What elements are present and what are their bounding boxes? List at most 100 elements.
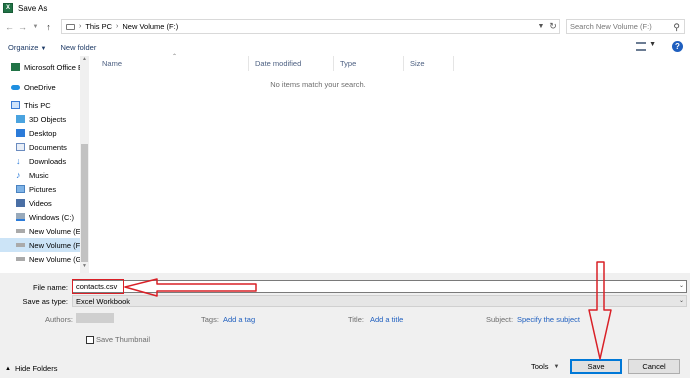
- save-as-type-select[interactable]: Excel Workbook ⌄: [72, 295, 687, 307]
- nav-item-label: New Volume (F:): [29, 240, 85, 250]
- view-options-icon[interactable]: [636, 42, 646, 51]
- view-chevron-down-icon[interactable]: ▼: [649, 41, 656, 48]
- scroll-up-icon[interactable]: ▲: [81, 56, 88, 64]
- nav-item-new-volume-e[interactable]: New Volume (E:): [0, 224, 85, 238]
- authors-field[interactable]: [76, 313, 114, 323]
- computer-icon: [66, 23, 75, 30]
- nav-item-new-volume-f[interactable]: New Volume (F:): [0, 238, 85, 252]
- file-name-input[interactable]: [76, 282, 656, 291]
- window-title: Save As: [18, 3, 48, 13]
- nav-item-label: Music: [29, 170, 49, 180]
- organize-button[interactable]: Organize ▼: [8, 43, 46, 52]
- tools-dropdown[interactable]: Tools ▼: [531, 362, 559, 371]
- up-arrow-icon[interactable]: ↑: [42, 19, 55, 35]
- nav-item-downloads[interactable]: ↓ Downloads: [0, 154, 80, 168]
- file-name-label: File name:: [32, 283, 68, 292]
- nav-item-label: 3D Objects: [29, 114, 67, 124]
- address-row: ← → ▼ ↑ › This PC › New Volume (F:) ▼ ↻ …: [0, 17, 690, 37]
- nav-item-label: Desktop: [29, 128, 57, 138]
- chevron-down-icon: ▼: [553, 363, 560, 370]
- nav-item-microsoft-office[interactable]: Microsoft Office E: [0, 60, 84, 74]
- nav-item-music[interactable]: ♪ Music: [0, 168, 80, 182]
- nav-item-label: Documents: [29, 142, 67, 152]
- nav-item-label: Videos: [29, 198, 52, 208]
- breadcrumb-separator-icon: ›: [79, 23, 82, 30]
- nav-item-new-volume-g[interactable]: New Volume (G:): [0, 252, 86, 266]
- nav-scrollbar-thumb[interactable]: [81, 144, 88, 262]
- column-header-size[interactable]: Size: [404, 56, 454, 71]
- column-header-date-modified[interactable]: Date modified: [249, 56, 334, 71]
- organize-label: Organize: [8, 42, 39, 52]
- cancel-button[interactable]: Cancel: [628, 359, 680, 374]
- refresh-icon[interactable]: ↻: [547, 20, 559, 33]
- command-bar: Organize ▼ New folder ▼ ?: [0, 38, 690, 56]
- subject-label: Subject:: [486, 315, 514, 324]
- recent-locations-chevron-icon[interactable]: ▼: [29, 19, 42, 35]
- document-icon: [16, 143, 25, 151]
- navigation-pane: Microsoft Office E OneDrive This PC 3D O…: [0, 56, 89, 273]
- nav-item-pictures[interactable]: Pictures: [0, 182, 80, 196]
- cube-icon: [16, 115, 25, 123]
- scroll-down-icon[interactable]: ▼: [81, 263, 88, 271]
- save-as-type-chevron-icon[interactable]: ⌄: [679, 297, 684, 304]
- column-header-name[interactable]: Name: [96, 56, 249, 71]
- add-title-link[interactable]: Add a title: [370, 315, 403, 324]
- nav-item-label: New Volume (E:): [29, 226, 86, 236]
- file-name-highlight-box: [72, 279, 124, 294]
- nav-item-videos[interactable]: Videos: [0, 196, 80, 210]
- save-button[interactable]: Save: [570, 359, 622, 374]
- breadcrumb-new-volume-f[interactable]: New Volume (F:): [122, 22, 178, 31]
- search-input[interactable]: Search New Volume (F:) ⚲: [566, 19, 685, 34]
- nav-item-documents[interactable]: Documents: [0, 140, 80, 154]
- nav-item-label: Windows (C:): [29, 212, 75, 222]
- authors-label: Authors:: [45, 315, 73, 324]
- nav-item-label: Downloads: [29, 156, 67, 166]
- download-icon: ↓: [16, 156, 21, 166]
- back-arrow-icon[interactable]: ←: [3, 19, 16, 35]
- address-bar[interactable]: › This PC › New Volume (F:) ▼ ↻: [61, 19, 560, 34]
- specify-subject-link[interactable]: Specify the subject: [517, 315, 580, 324]
- nav-item-label: Microsoft Office E: [24, 62, 84, 72]
- computer-icon: [11, 101, 20, 109]
- nav-item-label: New Volume (G:): [29, 254, 87, 264]
- nav-item-onedrive[interactable]: OneDrive: [0, 80, 80, 94]
- new-folder-button[interactable]: New folder: [60, 43, 96, 52]
- save-thumbnail-checkbox[interactable]: [86, 336, 94, 344]
- chevron-down-icon: ▼: [40, 45, 47, 52]
- nav-item-this-pc[interactable]: This PC: [0, 98, 80, 112]
- hide-folders-label: Hide Folders: [14, 364, 58, 373]
- save-thumbnail-label: Save Thumbnail: [96, 335, 151, 344]
- nav-scrollbar[interactable]: ▲ ▼: [80, 56, 89, 273]
- column-header-type[interactable]: Type: [334, 56, 404, 71]
- music-icon: ♪: [16, 170, 21, 180]
- nav-item-3d-objects[interactable]: 3D Objects: [0, 112, 80, 126]
- tools-label: Tools: [531, 362, 549, 371]
- breadcrumb-this-pc[interactable]: This PC: [85, 22, 112, 31]
- nav-item-label: OneDrive: [24, 82, 56, 92]
- tags-label: Tags:: [201, 315, 219, 324]
- excel-icon: [11, 63, 20, 71]
- cloud-icon: [11, 84, 20, 90]
- forward-arrow-icon[interactable]: →: [16, 19, 29, 35]
- drive-icon: [16, 243, 25, 247]
- address-dropdown-chevron-icon[interactable]: ▼: [536, 20, 546, 33]
- hide-folders-button[interactable]: ▲ Hide Folders: [5, 364, 57, 373]
- nav-item-windows-c[interactable]: Windows (C:): [0, 210, 80, 224]
- file-name-field[interactable]: ⌄: [72, 280, 687, 293]
- save-as-type-label: Save as type:: [22, 297, 68, 306]
- help-icon[interactable]: ?: [672, 41, 683, 52]
- excel-app-icon: X: [3, 3, 13, 13]
- drive-icon: [16, 213, 25, 221]
- nav-item-label: Pictures: [29, 184, 57, 194]
- add-tag-link[interactable]: Add a tag: [223, 315, 255, 324]
- nav-item-label: This PC: [24, 100, 51, 110]
- file-list-pane: ⌃ Name Date modified Type Size No items …: [90, 54, 690, 273]
- title-bar: X Save As: [0, 0, 690, 16]
- chevron-up-icon: ▲: [5, 365, 11, 372]
- empty-folder-message: No items match your search.: [270, 80, 366, 89]
- save-as-type-value: Excel Workbook: [76, 296, 131, 306]
- drive-icon: [16, 229, 25, 233]
- desktop-icon: [16, 129, 25, 137]
- file-name-dropdown-chevron-icon[interactable]: ⌄: [679, 282, 684, 289]
- nav-item-desktop[interactable]: Desktop: [0, 126, 80, 140]
